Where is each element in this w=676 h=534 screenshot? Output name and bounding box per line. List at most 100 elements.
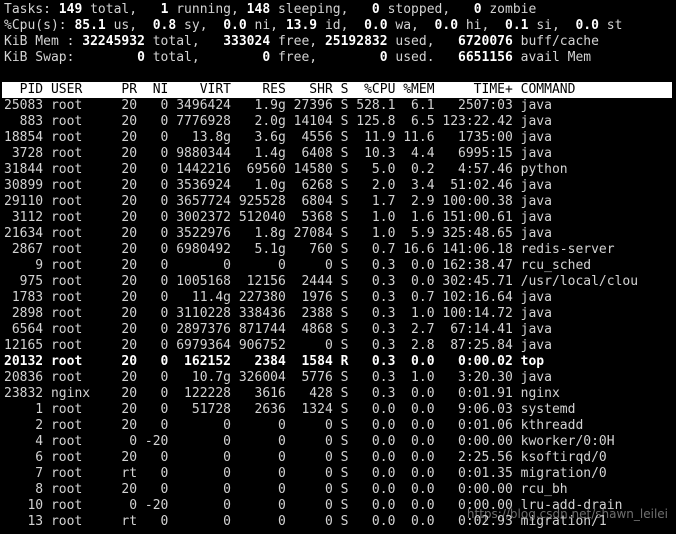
table-row[interactable]: 20132 root 20 0 162152 2384 1584 R 0.3 0… [4,354,672,370]
cell-state: S [332,162,349,177]
cell-shr: 0 [285,258,333,273]
table-row[interactable]: 20836 root 20 0 10.7g 326004 5776 S 0.3 … [4,370,672,386]
cell-cpu: 0.3 [348,290,396,305]
cell-res: 2384 [231,354,286,369]
cell-mem: 4.4 [395,146,435,161]
cell-mem: 1.0 [395,306,435,321]
cell-user: root [43,194,106,209]
cell-res: 1.0g [231,178,286,193]
table-row[interactable]: 30899 root 20 0 3536924 1.0g 6268 S 2.0 … [4,178,672,194]
cpu-sy-label: sy, [184,18,208,33]
cell-virt: 3496424 [168,98,232,113]
table-row[interactable]: 1783 root 20 0 11.4g 227380 1976 S 0.3 0… [4,290,672,306]
cell-ni: 0 [137,258,169,273]
cell-time: 67:14.41 [434,322,513,337]
cell-pid: 7 [4,466,44,481]
cell-res: RES [231,82,286,97]
cpu-ni: 0.0 [223,18,247,33]
cell-res: 1.4g [231,146,286,161]
table-row[interactable]: 2 root 20 0 0 0 0 S 0.0 0.0 0:01.06 kthr… [4,418,672,434]
swap-used-label: used. [395,50,435,65]
cell-pr: 20 [105,146,138,161]
cell-cpu: 5.0 [348,162,396,177]
tasks-total: 149 [58,2,83,17]
table-row[interactable]: 883 root 20 0 7776928 2.0g 14104 S 125.8… [4,114,672,130]
table-row[interactable]: 3728 root 20 0 9880344 1.4g 6408 S 10.3 … [4,146,672,162]
cell-mem: 1.6 [395,210,435,225]
cell-ni: 0 [137,466,169,481]
cell-ni: 0 [137,178,169,193]
cell-state: S [332,418,349,433]
table-row[interactable]: 2867 root 20 0 6980492 5.1g 760 S 0.7 16… [4,242,672,258]
cell-ni: 0 [137,98,169,113]
cell-mem: 0.2 [395,162,435,177]
table-row[interactable]: 7 root rt 0 0 0 0 S 0.0 0.0 0:01.35 migr… [4,466,672,482]
table-row[interactable]: 25083 root 20 0 3496424 1.9g 27396 S 528… [4,98,672,114]
table-row[interactable]: 29110 root 20 0 3657724 925528 6804 S 1.… [4,194,672,210]
table-row[interactable]: 12165 root 20 0 6979364 906752 0 S 0.3 2… [4,338,672,354]
cell-pid: 29110 [4,194,44,209]
cell-res: 227380 [231,290,286,305]
cell-pid: 2898 [4,306,44,321]
cell-user: root [43,514,106,529]
tasks-stopped: 0 [371,2,380,17]
table-row[interactable]: 6564 root 20 0 2897376 871744 4868 S 0.3… [4,322,672,338]
table-row[interactable]: 8 root 20 0 0 0 0 S 0.0 0.0 0:00.00 rcu_… [4,482,672,498]
cell-user: root [43,482,106,497]
cell-command: java [512,370,552,385]
cell-state: S [332,194,349,209]
table-row[interactable]: 21634 root 20 0 3522976 1.8g 27084 S 1.0… [4,226,672,242]
mem-used: 25192832 [324,34,388,49]
cell-res: 3.6g [231,130,286,145]
cell-ni: 0 [137,114,169,129]
cell-cpu: 528.1 [348,98,396,113]
table-row[interactable]: 1 root 20 0 51728 2636 1324 S 0.0 0.0 9:… [4,402,672,418]
cpu-id: 13.9 [285,18,318,33]
table-row[interactable]: 6 root 20 0 0 0 0 S 0.0 0.0 2:25.56 ksof… [4,450,672,466]
tasks-sleeping-label: sleeping, [277,2,349,17]
cell-mem: 6.1 [395,98,435,113]
cell-time: 100:00.38 [434,194,513,209]
table-row[interactable]: 31844 root 20 0 1442216 69560 14580 S 5.… [4,162,672,178]
cell-user: root [43,130,106,145]
table-row[interactable]: 9 root 20 0 0 0 0 S 0.3 0.0 162:38.47 rc… [4,258,672,274]
cell-virt: 7776928 [168,114,232,129]
cell-cpu: 0.3 [348,274,396,289]
cell-time: 162:38.47 [434,258,513,273]
cell-command: top [512,354,545,369]
cell-cpu: 0.0 [348,450,396,465]
cell-res: 925528 [231,194,286,209]
cpu-hi: 0.0 [434,18,459,33]
tasks-label: Tasks: [4,2,51,17]
table-row[interactable]: 4 root 0 -20 0 0 0 S 0.0 0.0 0:00.00 kwo… [4,434,672,450]
table-row[interactable]: 3112 root 20 0 3002372 512040 5368 S 1.0… [4,210,672,226]
cell-pr: 0 [105,498,138,513]
mem-total: 32245932 [82,34,145,49]
cell-cpu: 125.8 [348,114,396,129]
table-row[interactable]: 18854 root 20 0 13.8g 3.6g 4556 S 11.9 1… [4,130,672,146]
cell-ni: 0 [137,450,169,465]
cell-res: 0 [231,258,286,273]
cell-res: 5.1g [231,242,286,257]
cell-pr: 20 [105,386,138,401]
cell-pid: 12165 [4,338,44,353]
cell-ni: 0 [137,306,169,321]
table-row[interactable]: 23832 nginx 20 0 122228 3616 428 S 0.3 0… [4,386,672,402]
cell-pr: 20 [105,114,138,129]
cell-cpu: 1.0 [348,210,396,225]
cell-pid: 20836 [4,370,44,385]
cell-ni: 0 [137,402,169,417]
cell-mem: 2.8 [395,338,435,353]
cell-ni: -20 [137,498,169,513]
cell-pid: 1783 [4,290,44,305]
table-row[interactable]: 975 root 20 0 1005168 12156 2444 S 0.3 0… [4,274,672,290]
tasks-running: 1 [160,2,169,17]
cell-pr: PR [105,82,138,97]
cell-mem: 0.0 [395,354,435,369]
cell-mem: 0.0 [395,258,435,273]
process-table-header[interactable]: PID USER PR NI VIRT RES SHR S %CPU %MEM … [2,82,672,98]
table-row[interactable]: 2898 root 20 0 3110228 338436 2388 S 0.3… [4,306,672,322]
cell-user: root [43,370,106,385]
cell-virt: 0 [168,498,232,513]
cell-res: 0 [231,514,286,529]
